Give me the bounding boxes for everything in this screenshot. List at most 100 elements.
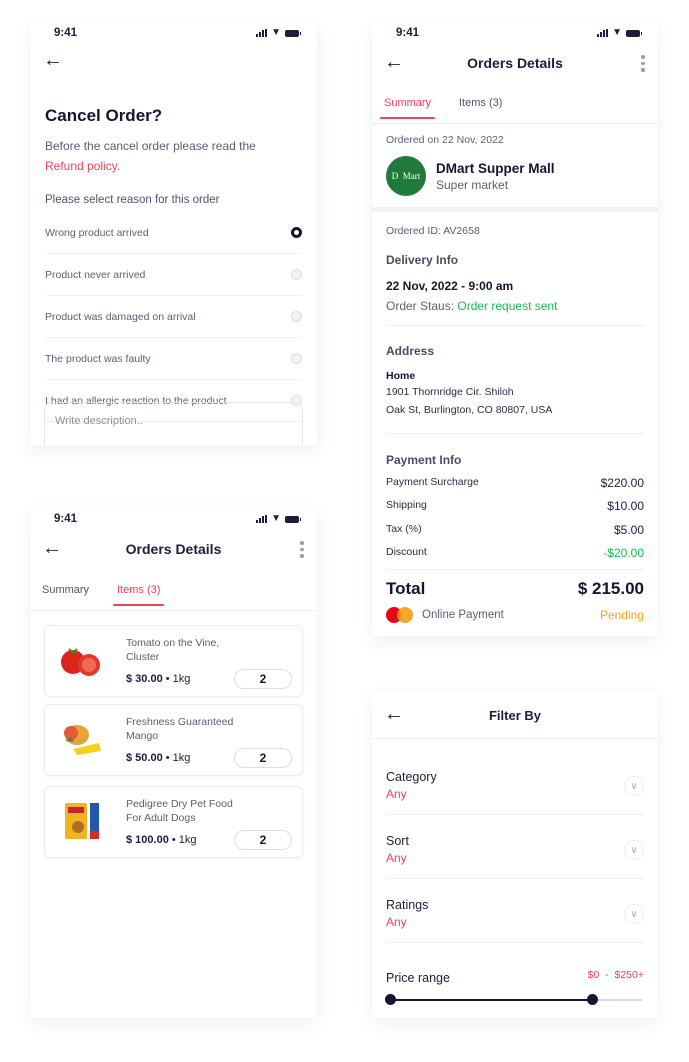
delivery-info-title: Delivery Info	[386, 253, 459, 267]
reason-list: Wrong product arrived Product never arri…	[45, 212, 302, 422]
back-arrow-icon[interactable]: ←	[43, 50, 63, 70]
status-time: 9:41	[396, 27, 420, 39]
dog-food-image	[65, 803, 99, 839]
item-price: $ 100.00 • 1kg	[126, 834, 197, 846]
payment-label: Discount	[386, 546, 427, 558]
ordered-on-date: Ordered on 22 Nov, 2022	[386, 134, 504, 146]
payment-label: Payment Surcharge	[386, 476, 479, 488]
payment-info-title: Payment Info	[386, 453, 462, 467]
reason-label: Please select reason for this order	[45, 194, 220, 206]
store-name: DMart Supper Mall	[436, 160, 555, 176]
more-options-icon[interactable]	[300, 541, 304, 558]
price-slider[interactable]	[385, 994, 642, 1005]
payment-amount: $5.00	[613, 523, 644, 537]
payment-status: Pending	[599, 608, 644, 622]
order-items-screen: 9:41 ▼ ← Orders Details Summary Items (3…	[30, 508, 317, 1018]
filter-value: Any	[386, 915, 407, 929]
item-name: Tomato on the Vine, Cluster	[126, 637, 220, 663]
filter-sort[interactable]: Sort Any ∨	[386, 814, 644, 879]
delivery-datetime: 22 Nov, 2022 - 9:00 am	[386, 279, 514, 293]
status-time: 9:41	[54, 513, 78, 525]
payment-label: Shipping	[386, 499, 427, 511]
chevron-down-icon[interactable]: ∨	[624, 776, 644, 796]
battery-icon	[285, 515, 301, 523]
payment-amount: $10.00	[607, 499, 644, 513]
radio-unselected[interactable]	[291, 269, 302, 280]
filter-category[interactable]: Category Any ∨	[386, 750, 644, 815]
tab-items[interactable]: Items (3)	[459, 97, 502, 117]
address-type: Home	[386, 370, 416, 382]
total-row: Total $ 215.00	[386, 579, 644, 599]
item-name: Pedigree Dry Pet Food For Adult Dogs	[126, 798, 233, 824]
status-bar: 9:41 ▼	[30, 508, 317, 532]
reason-option[interactable]: Product was damaged on arrival	[45, 296, 302, 338]
mastercard-icon	[386, 607, 416, 623]
refund-policy-link[interactable]: Refund policy	[45, 159, 117, 173]
payment-method: Online Payment	[422, 609, 504, 621]
price-slider-fill	[390, 999, 592, 1001]
payment-method-row: Online Payment Pending	[386, 607, 644, 623]
payment-row: Tax (%) $5.00	[386, 523, 644, 537]
filter-screen: ← Filter By Category Any ∨ Sort Any ∨ Ra…	[372, 690, 658, 1018]
tab-bar: Summary Items (3)	[372, 97, 658, 124]
total-label: Total	[386, 579, 426, 598]
intro-suffix: .	[116, 159, 121, 173]
reason-option[interactable]: The product was faulty	[45, 338, 302, 380]
order-id: Ordered ID: AV2658	[386, 225, 480, 237]
quantity-field[interactable]: 2	[234, 748, 292, 768]
more-options-icon[interactable]	[641, 55, 645, 72]
address-line1: 1901 Thornridge Cir. Shiloh	[386, 386, 514, 398]
reason-label-text: Wrong product arrived	[45, 226, 149, 239]
status-bar: 9:41 ▼	[372, 22, 658, 46]
item-unit: 1kg	[178, 834, 197, 846]
price-slider-min-handle[interactable]	[385, 994, 396, 1005]
tab-summary[interactable]: Summary	[379, 97, 436, 119]
radio-unselected[interactable]	[291, 311, 302, 322]
price-slider-max-handle[interactable]	[586, 994, 598, 1005]
reason-label-text: The product was faulty	[45, 352, 151, 365]
divider	[386, 433, 644, 434]
payment-row: Shipping $10.00	[386, 499, 644, 513]
address-line2: Oak St, Burlington, CO 80807, USA	[386, 404, 553, 416]
nav-title: Filter By	[488, 708, 541, 723]
total-amount: $ 215.00	[577, 579, 644, 598]
quantity-field[interactable]: 2	[234, 669, 292, 689]
item-price: $ 50.00 • 1kg	[126, 752, 191, 764]
reason-option[interactable]: Wrong product arrived	[45, 212, 302, 254]
intro-copy: Before the cancel order please read the	[45, 139, 256, 153]
address-title: Address	[386, 344, 435, 358]
battery-icon	[285, 29, 301, 37]
header-divider	[372, 738, 658, 739]
tab-summary[interactable]: Summary	[42, 584, 89, 604]
nav-title: Orders Details	[125, 541, 222, 557]
order-item[interactable]: Pedigree Dry Pet Food For Adult Dogs $ 1…	[44, 786, 303, 858]
section-divider	[372, 207, 658, 212]
order-status-value: Order request sent	[457, 299, 558, 313]
tab-items[interactable]: Items (3)	[112, 584, 165, 606]
cancel-order-screen: 9:41 ▼ ← Cancel Order? Before the cancel…	[30, 22, 317, 446]
item-price-value: $ 50.00	[126, 752, 163, 764]
radio-selected[interactable]	[291, 227, 302, 238]
reason-label-text: Product was damaged on arrival	[45, 310, 196, 323]
page-title: Cancel Order?	[45, 106, 163, 125]
tab-bar: Summary Items (3)	[30, 584, 317, 611]
quantity-field[interactable]: 2	[234, 830, 292, 850]
item-name: Freshness Guaranteed Mango	[126, 716, 234, 742]
chevron-down-icon[interactable]: ∨	[624, 840, 644, 860]
dmart-logo: D Mart	[386, 156, 426, 196]
chevron-down-icon[interactable]: ∨	[624, 904, 644, 924]
description-input[interactable]: Write description..	[44, 402, 303, 446]
price-range-label: Price range	[386, 971, 450, 985]
filter-label: Ratings	[386, 898, 429, 912]
reason-option[interactable]: Product never arrived	[45, 254, 302, 296]
item-unit: 1kg	[172, 673, 191, 685]
filter-ratings[interactable]: Ratings Any ∨	[386, 878, 644, 943]
battery-icon	[626, 29, 642, 37]
order-item[interactable]: Freshness Guaranteed Mango $ 50.00 • 1kg…	[44, 704, 303, 776]
item-price-value: $ 100.00	[126, 834, 169, 846]
status-time: 9:41	[54, 27, 78, 39]
filter-value: Any	[386, 851, 407, 865]
order-item[interactable]: Tomato on the Vine, Cluster $ 30.00 • 1k…	[44, 625, 303, 697]
payment-row: Payment Surcharge $220.00	[386, 476, 644, 490]
radio-unselected[interactable]	[291, 353, 302, 364]
